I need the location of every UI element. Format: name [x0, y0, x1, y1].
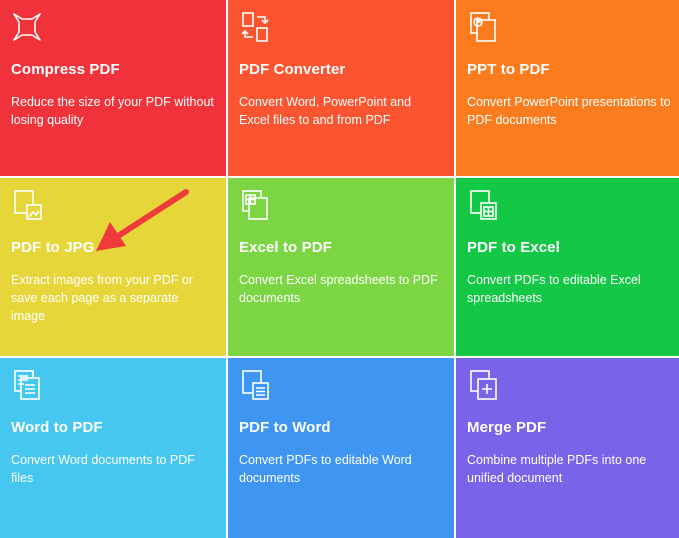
tile-title: Word to PDF: [11, 419, 103, 436]
tile-description: Convert Excel spreadsheets to PDF docume…: [239, 273, 438, 305]
tile-pdf-to-word[interactable]: PDF to Word Convert PDFs to editable Wor…: [228, 358, 454, 538]
word-file-icon: [10, 368, 44, 402]
tile-description: Convert PowerPoint presentations to PDF …: [467, 95, 671, 127]
tile-description: Extract images from your PDF or save eac…: [11, 273, 193, 323]
tile-title: PDF to JPG: [11, 239, 95, 256]
excel-file-icon: [238, 188, 272, 222]
tile-title: PDF to Word: [239, 419, 331, 436]
tile-compress-pdf[interactable]: Compress PDF Reduce the size of your PDF…: [0, 0, 226, 176]
pdf-excel-icon: [466, 188, 500, 222]
tile-title: PPT to PDF: [467, 61, 550, 78]
tile-title: PDF to Excel: [467, 239, 560, 256]
merge-icon: [466, 368, 500, 402]
tile-title: Excel to PDF: [239, 239, 332, 256]
tile-description: Convert Word documents to PDF files: [11, 453, 195, 485]
tool-grid: Compress PDF Reduce the size of your PDF…: [0, 0, 679, 538]
tile-description: Convert PDFs to editable Excel spreadshe…: [467, 273, 641, 305]
compress-icon: [10, 10, 44, 44]
tile-word-to-pdf[interactable]: Word to PDF Convert Word documents to PD…: [0, 358, 226, 538]
pdf-word-icon: [238, 368, 272, 402]
tile-description: Combine multiple PDFs into one unified d…: [467, 453, 647, 485]
tile-description: Reduce the size of your PDF without losi…: [11, 95, 214, 127]
tile-pdf-to-jpg[interactable]: PDF to JPG Extract images from your PDF …: [0, 178, 226, 356]
tile-ppt-to-pdf[interactable]: PPT to PDF Convert PowerPoint presentati…: [456, 0, 679, 176]
tile-excel-to-pdf[interactable]: Excel to PDF Convert Excel spreadsheets …: [228, 178, 454, 356]
tile-description: Convert PDFs to editable Word documents: [239, 453, 412, 485]
tile-title: Merge PDF: [467, 419, 547, 436]
tile-pdf-to-excel[interactable]: PDF to Excel Convert PDFs to editable Ex…: [456, 178, 679, 356]
tile-pdf-converter[interactable]: PDF Converter Convert Word, PowerPoint a…: [228, 0, 454, 176]
tile-description: Convert Word, PowerPoint and Excel files…: [239, 95, 412, 127]
tile-title: Compress PDF: [11, 61, 120, 78]
convert-icon: [238, 10, 272, 44]
image-file-icon: [10, 188, 44, 222]
tile-merge-pdf[interactable]: Merge PDF Combine multiple PDFs into one…: [456, 358, 679, 538]
tile-title: PDF Converter: [239, 61, 346, 78]
ppt-file-icon: [466, 10, 500, 44]
